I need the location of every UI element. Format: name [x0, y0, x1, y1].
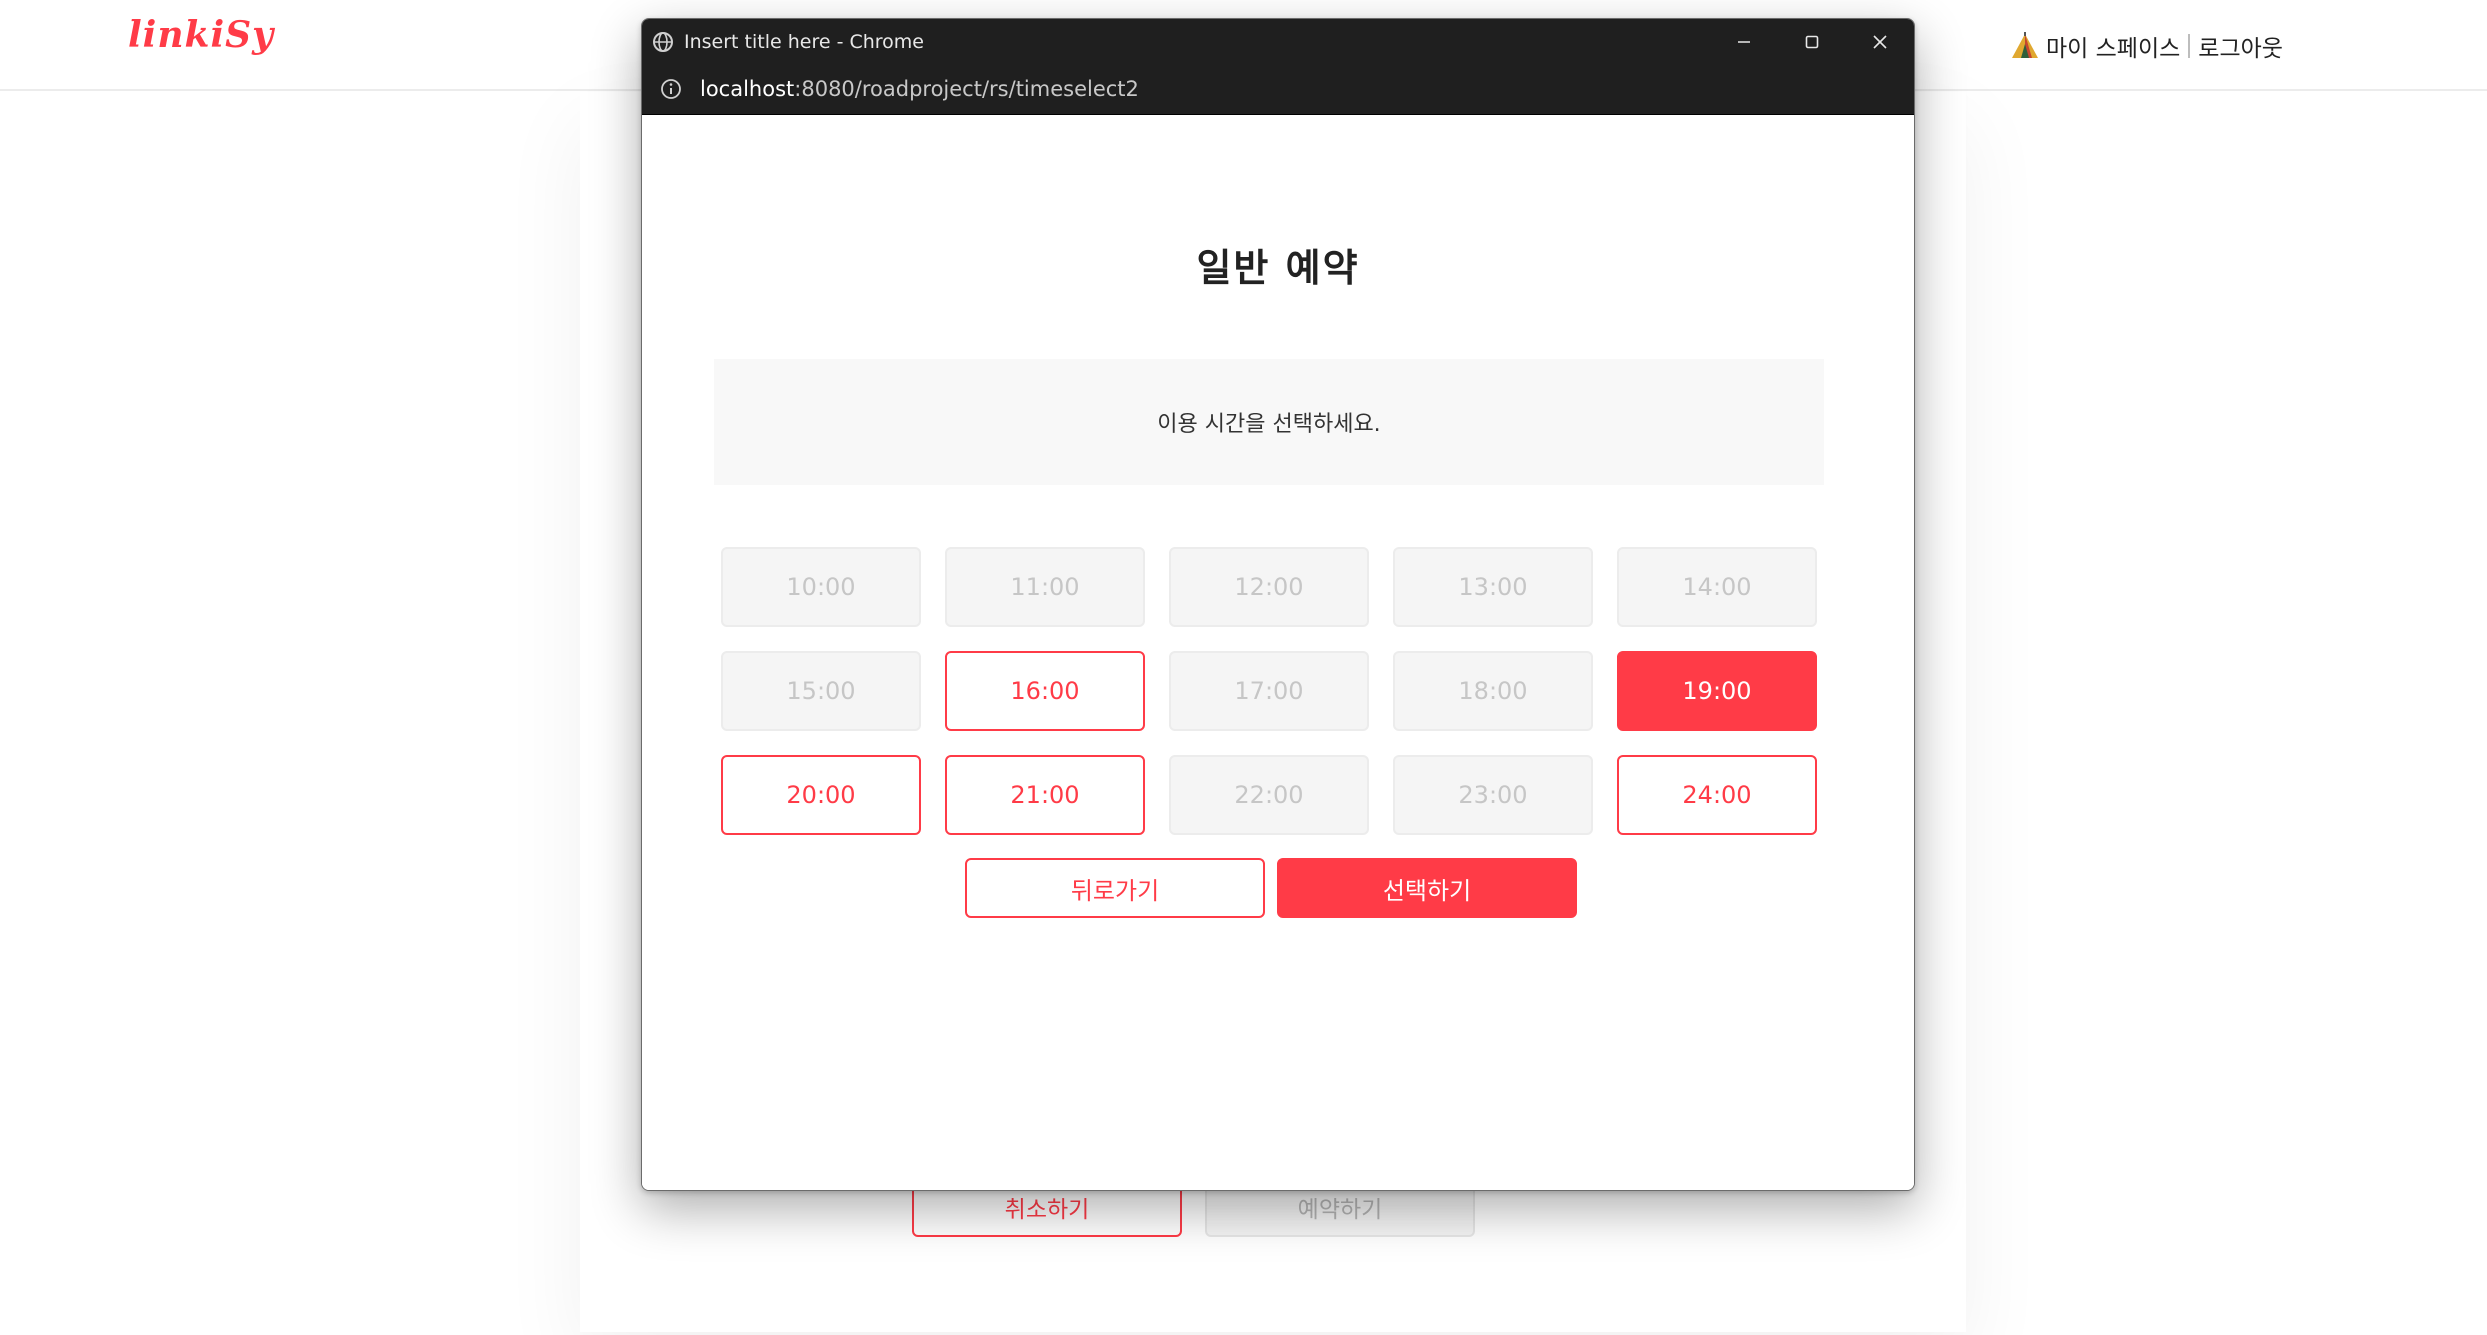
back-button[interactable]: 뒤로가기 [965, 858, 1265, 918]
url-path: :8080/roadproject/rs/timeselect2 [794, 77, 1139, 101]
instruction-box: 이용 시간을 선택하세요. [714, 359, 1824, 485]
maximize-button[interactable] [1778, 19, 1846, 64]
globe-icon [653, 31, 673, 52]
site-logo[interactable]: linkiSy [128, 14, 274, 56]
window-title: Insert title here - Chrome [684, 30, 924, 53]
time-slot-2100[interactable]: 21:00 [945, 755, 1145, 835]
action-buttons: 뒤로가기 선택하기 [965, 858, 1577, 918]
time-slot-2000[interactable]: 20:00 [721, 755, 921, 835]
time-slot-grid: 10:00 11:00 12:00 13:00 14:00 15:00 16:00 17:00… [721, 547, 1817, 835]
popup-window: Insert title here - Chrome localhost:808… [641, 18, 1915, 1191]
time-slot-2300: 23:00 [1393, 755, 1593, 835]
info-icon[interactable] [660, 78, 682, 100]
time-slot-1200: 12:00 [1169, 547, 1369, 627]
time-slot-1000: 10:00 [721, 547, 921, 627]
window-titlebar[interactable]: Insert title here - Chrome [642, 19, 1914, 64]
url-text[interactable]: localhost:8080/roadproject/rs/timeselect… [700, 77, 1139, 101]
time-slot-2400[interactable]: 24:00 [1617, 755, 1817, 835]
select-button[interactable]: 선택하기 [1277, 858, 1577, 918]
time-slot-1700: 17:00 [1169, 651, 1369, 731]
time-slot-2200: 22:00 [1169, 755, 1369, 835]
time-slot-1500: 15:00 [721, 651, 921, 731]
minimize-button[interactable] [1710, 19, 1778, 64]
top-nav: 마이 스페이스 로그아웃 [2010, 26, 2283, 66]
time-slot-1300: 13:00 [1393, 547, 1593, 627]
page-title: 일반 예약 [1196, 246, 1360, 290]
time-slot-1100: 11:00 [945, 547, 1145, 627]
time-slot-1600[interactable]: 16:00 [945, 651, 1145, 731]
minimize-icon [1738, 40, 1750, 43]
close-window-button[interactable] [1846, 19, 1914, 64]
maximize-icon [1805, 35, 1819, 48]
my-space-link[interactable]: 마이 스페이스 [2046, 29, 2180, 63]
popup-content: 일반 예약 이용 시간을 선택하세요. 10:00 11:00 12:00 13:00… [642, 115, 1914, 1190]
tent-icon [2012, 32, 2038, 58]
time-slot-1900[interactable]: 19:00 [1617, 651, 1817, 731]
url-host: localhost [700, 77, 795, 101]
nav-divider [2188, 34, 2191, 58]
time-slot-1800: 18:00 [1393, 651, 1593, 731]
address-bar: localhost:8080/roadproject/rs/timeselect… [642, 64, 1914, 115]
logout-link[interactable]: 로그아웃 [2198, 29, 2283, 63]
window-controls [1710, 19, 1914, 64]
close-icon [1873, 34, 1887, 49]
instruction-text: 이용 시간을 선택하세요. [1157, 412, 1381, 437]
time-slot-1400: 14:00 [1617, 547, 1817, 627]
